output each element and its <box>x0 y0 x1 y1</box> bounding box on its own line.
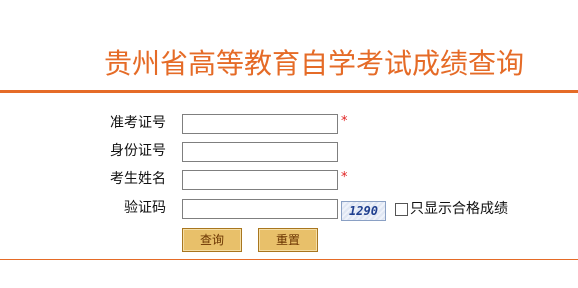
id-number-input[interactable] <box>182 142 338 162</box>
candidate-name-label: 考生姓名 <box>110 171 166 187</box>
captcha-image[interactable]: 1290 <box>341 201 386 221</box>
exam-number-label: 准考证号 <box>110 115 166 131</box>
exam-number-input[interactable] <box>182 114 338 134</box>
query-button[interactable]: 查询 <box>182 228 242 252</box>
pass-only-checkbox[interactable] <box>395 203 408 216</box>
captcha-label: 验证码 <box>124 200 166 216</box>
page-title: 贵州省高等教育自学考试成绩查询 <box>104 47 525 80</box>
footer-divider <box>0 259 578 260</box>
reset-button[interactable]: 重置 <box>258 228 318 252</box>
header-divider <box>0 90 578 93</box>
candidate-name-required-mark: * <box>341 170 348 185</box>
captcha-input[interactable] <box>182 199 338 219</box>
pass-only-checkbox-label[interactable]: 只显示合格成绩 <box>410 199 508 219</box>
exam-number-required-mark: * <box>341 114 348 129</box>
candidate-name-input[interactable] <box>182 170 338 190</box>
id-number-label: 身份证号 <box>110 143 166 159</box>
